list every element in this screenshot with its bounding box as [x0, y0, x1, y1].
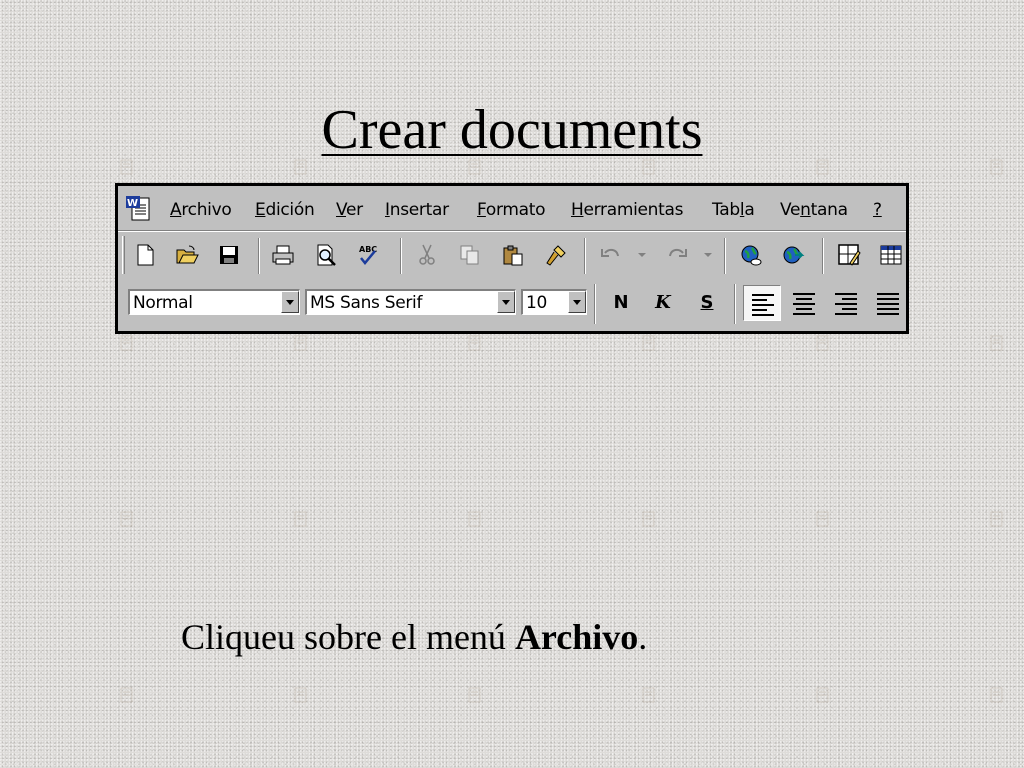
- watermark-icon: [466, 686, 484, 704]
- undo-dropdown-arrow[interactable]: [636, 240, 648, 270]
- toolbar-separator: [724, 238, 726, 274]
- cut-icon[interactable]: [412, 240, 442, 270]
- toolbar-separator: [400, 238, 402, 274]
- underline-button[interactable]: S: [692, 288, 722, 318]
- watermark-icon: [466, 334, 484, 352]
- slide-instruction: Cliqueu sobre el menú Archivo.: [181, 617, 648, 657]
- font-size-combo[interactable]: 10: [521, 289, 587, 315]
- watermark-icon: [814, 334, 832, 352]
- watermark-icon: [640, 510, 658, 528]
- font-combo[interactable]: MS Sans Serif: [305, 289, 516, 315]
- undo-icon[interactable]: [596, 240, 626, 270]
- style-combo[interactable]: Normal: [128, 289, 300, 315]
- watermark-icon: [292, 510, 310, 528]
- watermark-icon: [292, 686, 310, 704]
- justify-button[interactable]: [869, 285, 906, 321]
- format-painter-icon[interactable]: [541, 240, 571, 270]
- toolbar-separator: [822, 238, 824, 274]
- watermark-icon: [814, 510, 832, 528]
- menu-insertar[interactable]: Insertar: [385, 200, 449, 220]
- watermark-icon: [466, 510, 484, 528]
- menu-formato[interactable]: Formato: [477, 200, 546, 220]
- toolbar-grip[interactable]: [122, 236, 125, 274]
- font-value: MS Sans Serif: [310, 293, 423, 313]
- align-center-button[interactable]: [785, 285, 823, 321]
- menu-archivo[interactable]: Archivo: [170, 200, 232, 220]
- bold-button[interactable]: N: [606, 288, 636, 318]
- menu-tabla[interactable]: Tabla: [712, 200, 755, 220]
- watermark-icon: [118, 334, 136, 352]
- redo-dropdown-arrow[interactable]: [702, 240, 714, 270]
- toolbar-separator: [734, 284, 736, 324]
- menu-ver[interactable]: Ver: [336, 200, 363, 220]
- slide-title: Crear documents: [321, 99, 703, 161]
- word-document-icon[interactable]: W: [124, 195, 154, 223]
- web-toolbar-icon[interactable]: [778, 240, 808, 270]
- toolbar-separator: [584, 238, 586, 274]
- toolbar-separator: [594, 284, 596, 324]
- watermark-icon: [640, 686, 658, 704]
- tables-and-borders-icon[interactable]: [834, 240, 864, 270]
- insert-hyperlink-icon[interactable]: [736, 240, 766, 270]
- save-icon[interactable]: [214, 240, 244, 270]
- instruction-emphasis: Archivo: [514, 617, 639, 657]
- italic-button[interactable]: K: [648, 288, 678, 318]
- watermark-icon: [988, 686, 1006, 704]
- align-right-button[interactable]: [827, 285, 865, 321]
- watermark-icon: [988, 334, 1006, 352]
- menubar-divider: [118, 230, 906, 232]
- svg-text:W: W: [127, 198, 138, 209]
- font-size-dropdown-arrow[interactable]: [568, 291, 586, 313]
- insert-table-icon[interactable]: [876, 240, 906, 270]
- menu-bar: W Archivo Edición Ver Insertar Formato H…: [118, 186, 906, 230]
- font-size-value: 10: [526, 293, 548, 313]
- copy-icon[interactable]: [455, 240, 485, 270]
- font-dropdown-arrow[interactable]: [497, 291, 515, 313]
- watermark-icon: [988, 510, 1006, 528]
- menu-edicion[interactable]: Edición: [255, 200, 315, 220]
- menu-help[interactable]: ?: [873, 200, 882, 220]
- watermark-icon: [640, 334, 658, 352]
- watermark-icon: [118, 510, 136, 528]
- open-folder-icon[interactable]: [172, 240, 202, 270]
- spelling-check-icon[interactable]: ABC: [354, 240, 384, 270]
- style-dropdown-arrow[interactable]: [281, 291, 299, 313]
- paste-icon[interactable]: [498, 240, 528, 270]
- word-window-toolbars: W Archivo Edición Ver Insertar Formato H…: [115, 183, 909, 334]
- menu-ventana[interactable]: Ventana: [780, 200, 848, 220]
- watermark-icon: [814, 686, 832, 704]
- style-value: Normal: [133, 293, 193, 313]
- print-preview-icon[interactable]: [311, 240, 341, 270]
- redo-icon[interactable]: [662, 240, 692, 270]
- new-document-icon[interactable]: [130, 240, 160, 270]
- toolbar-separator: [258, 238, 260, 274]
- watermark-icon: [292, 334, 310, 352]
- align-left-button[interactable]: [743, 285, 781, 321]
- print-icon[interactable]: [268, 240, 298, 270]
- watermark-icon: [118, 686, 136, 704]
- menu-herramientas[interactable]: Herramientas: [571, 200, 684, 220]
